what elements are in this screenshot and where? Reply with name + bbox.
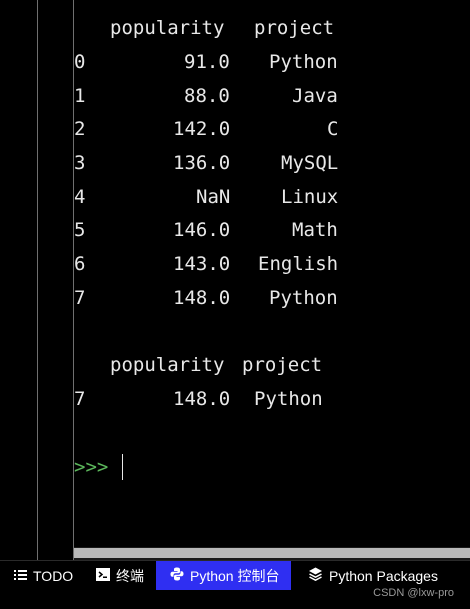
row-index: 5 [74,219,86,241]
horizontal-scrollbar[interactable] [74,547,470,560]
row-index: 7 [74,287,86,309]
table-row: 2 142.0 C [74,114,338,144]
popularity-cell: 148.0 [173,287,231,309]
table-row: 3 136.0 MySQL [74,148,338,178]
project-cell: English [258,253,339,275]
table-row: 7 148.0 Python [74,283,338,313]
tab-label: 终端 [116,568,144,584]
watermark: CSDN @lxw-pro [373,587,454,599]
popularity-cell: 148.0 [173,388,231,410]
gutter-divider [37,0,38,560]
table-row: 5 146.0 Math [74,215,338,245]
project-cell: Python [254,388,323,410]
table-header-row: popularity project [74,350,322,380]
console-output[interactable]: popularity project 0 91.0 Python 1 88.0 … [74,0,470,547]
table-row: 0 91.0 Python [74,47,338,77]
popularity-cell: 146.0 [173,219,231,241]
row-index: 2 [74,118,86,140]
row-index: 3 [74,152,86,174]
python-console-window: popularity project 0 91.0 Python 1 88.0 … [0,0,470,609]
popularity-cell: 143.0 [173,253,231,275]
table-row: 4 NaN Linux [74,182,338,212]
project-cell: MySQL [281,152,339,174]
table-row: 6 143.0 English [74,249,338,279]
tab-label: Python Packages [329,568,438,584]
project-cell: C [327,118,339,140]
project-cell: Python [269,287,338,309]
console-prompt[interactable]: >>> [74,452,143,482]
row-index: 1 [74,85,86,107]
text-cursor [122,454,123,480]
table-row: 7 148.0 Python [74,384,323,414]
table-header-row: popularity project [74,13,334,43]
list-icon [14,561,27,591]
row-index: 7 [74,388,86,410]
python-icon [170,561,184,591]
project-cell: Java [292,85,338,107]
column-header-project: project [254,17,335,39]
row-index: 4 [74,186,86,208]
terminal-icon [96,561,110,591]
column-header-popularity: popularity [110,354,225,376]
popularity-cell: NaN [196,186,231,208]
project-cell: Math [292,219,338,241]
layers-icon [308,561,323,591]
popularity-cell: 142.0 [173,118,231,140]
tab-terminal[interactable]: 终端 [96,561,152,591]
popularity-cell: 91.0 [184,51,230,73]
popularity-cell: 136.0 [173,152,231,174]
scrollbar-thumb[interactable] [74,548,470,558]
tab-label: Python 控制台 [190,568,280,584]
row-index: 0 [74,51,86,73]
prompt-symbol: >>> [74,456,109,478]
tab-todo[interactable]: TODO [14,561,78,591]
tab-label: TODO [33,568,74,584]
column-header-popularity: popularity [110,17,225,39]
table-row: 1 88.0 Java [74,81,338,111]
tab-python-console[interactable]: Python 控制台 [156,561,291,591]
project-cell: Linux [281,186,339,208]
row-index: 6 [74,253,86,275]
column-header-project: project [242,354,323,376]
popularity-cell: 88.0 [184,85,230,107]
project-cell: Python [269,51,338,73]
